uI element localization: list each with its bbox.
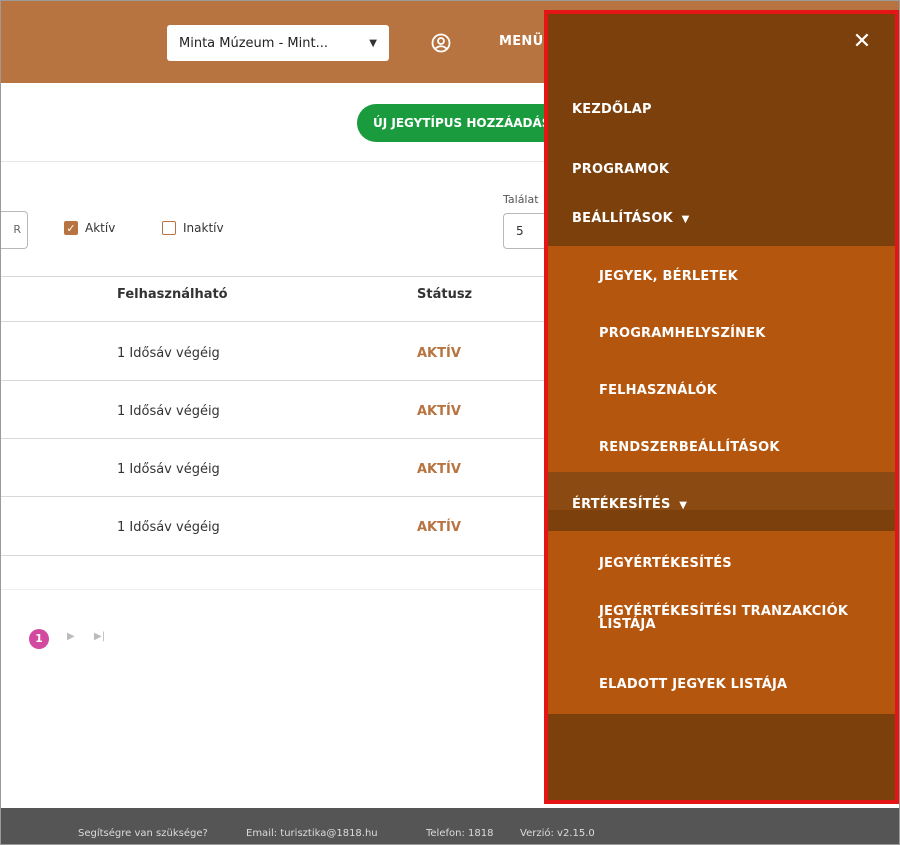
pagination-current-page[interactable]: 1 xyxy=(29,629,49,649)
table-row-line xyxy=(0,555,545,556)
checkbox-unchecked-icon[interactable] xyxy=(162,221,176,235)
cell-usable: 1 Idősáv végéig xyxy=(117,520,220,535)
menu-item-programs[interactable]: PROGRAMOK xyxy=(572,162,669,177)
checkbox-checked-icon[interactable]: ✓ xyxy=(64,221,78,235)
cell-usable: 1 Idősáv végéig xyxy=(117,346,220,361)
cell-usable: 1 Idősáv végéig xyxy=(117,404,220,419)
results-per-page-label: Találat xyxy=(503,193,539,206)
user-account-icon[interactable] xyxy=(431,33,451,53)
menu-item-home[interactable]: KEZDŐLAP xyxy=(572,102,652,117)
filter-active-label: Aktív xyxy=(85,221,116,235)
submenu-item-system-settings[interactable]: RENDSZERBEÁLLÍTÁSOK xyxy=(599,441,879,454)
submenu-item-ticket-sales[interactable]: JEGYÉRTÉKESÍTÉS xyxy=(599,557,879,570)
status-badge: AKTÍV xyxy=(417,404,461,419)
menu-item-label: BEÁLLÍTÁSOK xyxy=(572,211,673,226)
caret-down-icon: ▼ xyxy=(681,214,690,225)
menu-item-label: KEZDŐLAP xyxy=(572,102,652,117)
submenu-item-venues[interactable]: PROGRAMHELYSZÍNEK xyxy=(599,327,879,340)
sales-submenu: JEGYÉRTÉKESÍTÉS JEGYÉRTÉKESÍTÉSI TRANZAK… xyxy=(544,531,899,714)
menu-item-sales[interactable]: ÉRTÉKESÍTÉS ▼ xyxy=(572,497,687,512)
search-input[interactable]: R xyxy=(0,211,28,249)
table-row-line xyxy=(0,438,545,439)
footer-email[interactable]: Email: turisztika@1818.hu xyxy=(246,828,378,839)
filter-active-checkbox[interactable]: ✓ Aktív xyxy=(64,221,115,235)
status-badge: AKTÍV xyxy=(417,346,461,361)
side-menu: ✕ KEZDŐLAP PROGRAMOK BEÁLLÍTÁSOK ▼ JEGYE… xyxy=(544,10,899,804)
menu-item-label: ÉRTÉKESÍTÉS xyxy=(572,497,671,512)
filter-inactive-label: Inaktív xyxy=(183,221,224,235)
menu-item-label: PROGRAMOK xyxy=(572,162,670,177)
footer: Segítségre van szüksége? Email: turiszti… xyxy=(0,808,900,845)
table-header-line xyxy=(0,321,545,322)
settings-submenu: JEGYEK, BÉRLETEK PROGRAMHELYSZÍNEK FELHA… xyxy=(544,246,899,472)
table-row-line xyxy=(0,496,545,497)
museum-select-value: Minta Múzeum - Mint... xyxy=(179,35,328,51)
chevron-down-icon: ▼ xyxy=(369,37,377,49)
close-icon[interactable]: ✕ xyxy=(850,30,874,54)
last-page-icon[interactable]: ▶| xyxy=(94,631,105,642)
status-badge: AKTÍV xyxy=(417,462,461,477)
next-page-icon[interactable]: ▶ xyxy=(67,631,75,642)
divider xyxy=(0,161,545,162)
table-row-line xyxy=(0,380,545,381)
cell-usable: 1 Idősáv végéig xyxy=(117,462,220,477)
table-bottom-line xyxy=(0,589,545,590)
submenu-item-sales-transactions[interactable]: JEGYÉRTÉKESÍTÉSI TRANZAKCIÓK LISTÁJA xyxy=(599,605,879,631)
submenu-item-sold-tickets[interactable]: ELADOTT JEGYEK LISTÁJA xyxy=(599,678,879,691)
footer-phone: Telefon: 1818 xyxy=(426,828,494,839)
table-top-line xyxy=(0,276,545,277)
filter-inactive-checkbox[interactable]: Inaktív xyxy=(162,221,224,235)
museum-select[interactable]: Minta Múzeum - Mint... ▼ xyxy=(167,25,389,61)
footer-help: Segítségre van szüksége? xyxy=(78,828,208,839)
column-header-usable[interactable]: Felhasználható xyxy=(117,287,228,302)
caret-down-icon: ▼ xyxy=(679,500,688,511)
menu-button[interactable]: MENÜ xyxy=(499,34,543,49)
status-badge: AKTÍV xyxy=(417,520,461,535)
column-header-status[interactable]: Státusz xyxy=(417,287,472,302)
submenu-item-tickets[interactable]: JEGYEK, BÉRLETEK xyxy=(599,270,879,283)
footer-version: Verzió: v2.15.0 xyxy=(520,828,595,839)
submenu-item-users[interactable]: FELHASZNÁLÓK xyxy=(599,384,879,397)
menu-item-settings[interactable]: BEÁLLÍTÁSOK ▼ xyxy=(572,211,690,226)
